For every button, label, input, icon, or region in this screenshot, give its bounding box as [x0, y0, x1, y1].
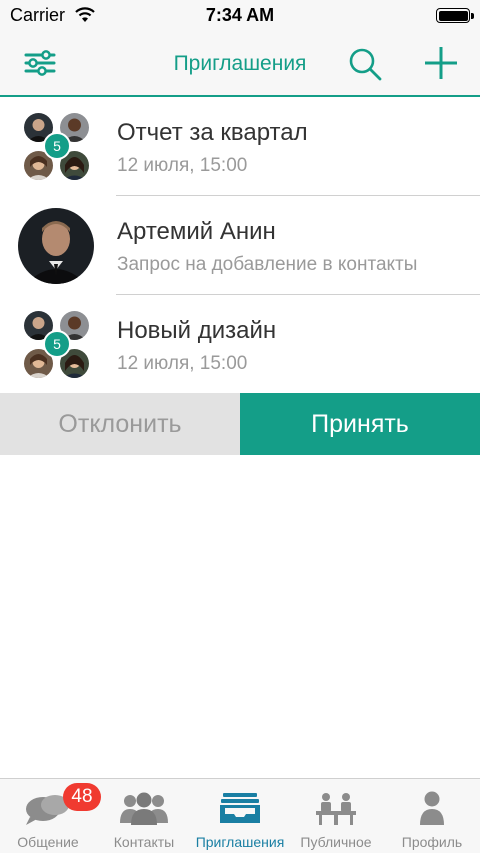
tab-public[interactable]: Публичное [288, 779, 384, 853]
tab-chat[interactable]: 48 Общение [0, 779, 101, 853]
invitation-subtitle: Запрос на добавление в контакты [117, 254, 418, 275]
page-title: Приглашения [173, 52, 307, 75]
contact-avatar [18, 208, 94, 284]
battery-icon [436, 8, 474, 23]
member-count-badge: 5 [43, 330, 71, 358]
tab-bar: 48 Общение Контакты Приглашения Публично… [0, 778, 480, 853]
decline-button[interactable]: Отклонить [0, 393, 240, 455]
group-avatar: 5 [22, 311, 92, 379]
group-avatar: 5 [22, 113, 92, 181]
menu-sliders-icon[interactable] [20, 46, 60, 80]
tab-label: Общение [17, 834, 79, 850]
add-icon[interactable] [420, 42, 462, 84]
invitation-subtitle: 12 июля, 15:00 [117, 155, 248, 176]
search-icon[interactable] [345, 44, 385, 84]
invitation-subtitle: 12 июля, 15:00 [117, 353, 248, 374]
list-item[interactable]: 5 Отчет за квартал 12 июля, 15:00 [0, 97, 480, 196]
accept-button[interactable]: Принять [240, 393, 480, 455]
list-item[interactable]: 5 Новый дизайн 12 июля, 15:00 [0, 295, 480, 394]
inbox-tray-icon [220, 793, 260, 823]
tab-label: Контакты [113, 834, 175, 850]
navigation-bar: Приглашения [0, 32, 480, 97]
meeting-table-icon [316, 793, 356, 825]
invitation-title: Отчет за квартал [117, 119, 308, 146]
tab-invitations[interactable]: Приглашения [192, 779, 288, 853]
member-count-badge: 5 [43, 132, 71, 160]
tab-contacts[interactable]: Контакты [96, 779, 192, 853]
tab-label: Публичное [300, 834, 372, 850]
list-item[interactable]: Артемий Анин Запрос на добавление в конт… [0, 196, 480, 295]
tab-label: Приглашения [195, 834, 285, 850]
status-bar: Carrier 7:34 AM [0, 0, 480, 32]
tab-label: Профиль [401, 834, 463, 850]
clock: 7:34 AM [205, 5, 275, 25]
people-icon [120, 792, 168, 825]
invitation-title: Новый дизайн [117, 317, 277, 344]
invitation-title: Артемий Анин [117, 218, 276, 245]
person-icon [420, 791, 444, 825]
tab-profile[interactable]: Профиль [384, 779, 480, 853]
